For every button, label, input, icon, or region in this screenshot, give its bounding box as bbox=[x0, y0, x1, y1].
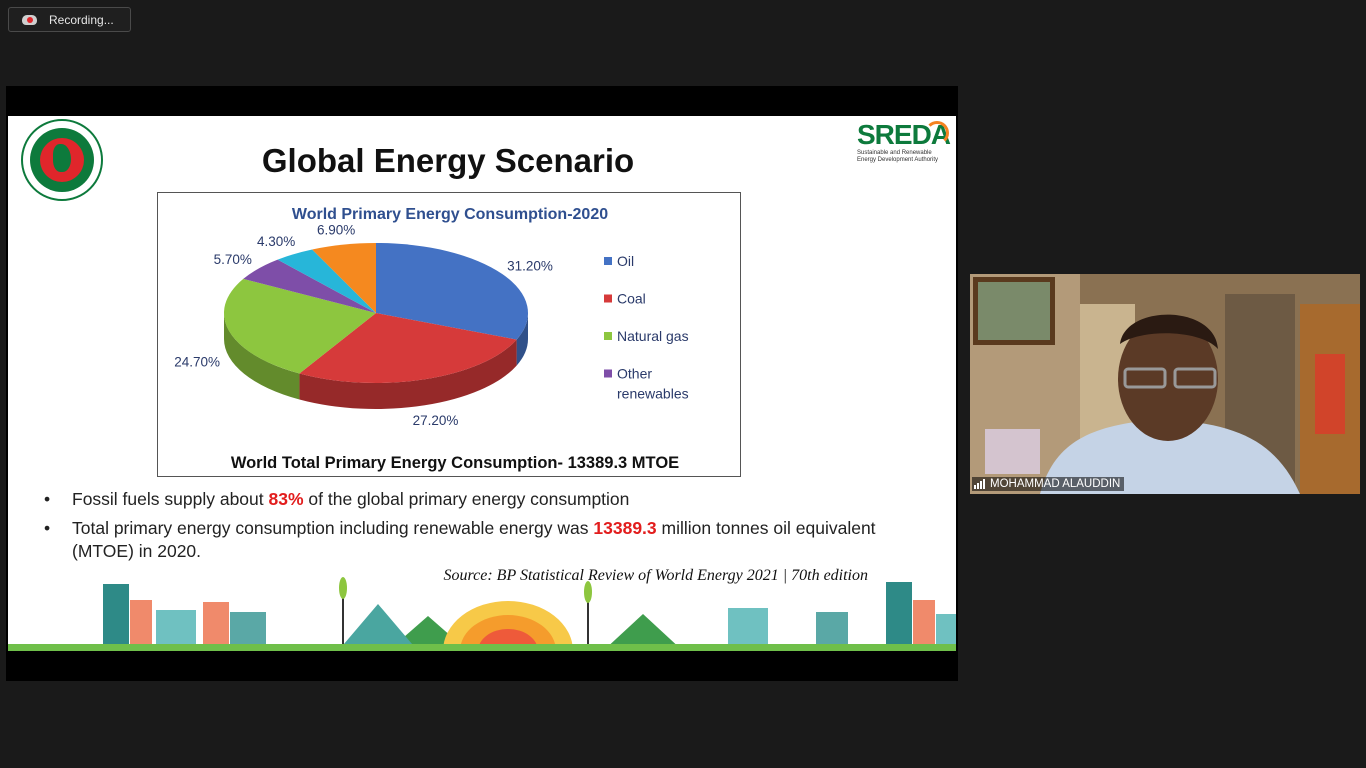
screen-share-area: SREDA Sustainable and Renewable Energy D… bbox=[6, 86, 958, 681]
presentation-slide: SREDA Sustainable and Renewable Energy D… bbox=[8, 116, 956, 651]
legend-item: Oil bbox=[604, 253, 634, 269]
participant-name: MOHAMMAD ALAUDDIN bbox=[990, 478, 1121, 490]
pie-chart-svg: World Primary Energy Consumption-2020 31… bbox=[174, 206, 689, 472]
legend-label: renewables bbox=[617, 386, 689, 402]
legend-item: Natural gas bbox=[604, 328, 689, 344]
cloud-record-icon bbox=[21, 14, 39, 26]
chart-title: World Primary Energy Consumption-2020 bbox=[292, 206, 608, 223]
pie-data-label: 6.90% bbox=[317, 223, 355, 238]
participant-video-tile[interactable]: MOHAMMAD ALAUDDIN bbox=[970, 274, 1360, 494]
bullet-item: Total primary energy consumption includi… bbox=[38, 517, 938, 563]
pie-data-label: 4.30% bbox=[257, 234, 295, 249]
legend-item: Other renewables bbox=[604, 366, 689, 402]
pie-data-label: 5.70% bbox=[214, 252, 252, 267]
participant-name-tag: MOHAMMAD ALAUDDIN bbox=[972, 477, 1125, 491]
pie-data-label: 31.20% bbox=[507, 258, 553, 273]
legend-label: Other bbox=[617, 366, 652, 382]
legend-swatch bbox=[604, 294, 612, 303]
legend-label: Natural gas bbox=[617, 328, 689, 344]
legend-item: Coal bbox=[604, 291, 646, 307]
bullet-item: Fossil fuels supply about 83% of the glo… bbox=[38, 488, 938, 511]
sreda-swoosh-icon bbox=[925, 121, 949, 145]
highlight-13389: 13389.3 bbox=[593, 518, 657, 538]
connection-signal-icon bbox=[974, 479, 986, 489]
pie-data-label: 24.70% bbox=[174, 355, 220, 370]
pie-chart: World Primary Energy Consumption-2020 31… bbox=[157, 192, 741, 477]
legend-label: Oil bbox=[617, 253, 634, 269]
chart-footer: World Total Primary Energy Consumption- … bbox=[231, 454, 679, 472]
pie-data-label: 27.20% bbox=[413, 413, 459, 428]
highlight-83: 83% bbox=[268, 489, 304, 509]
legend-label: Coal bbox=[617, 291, 646, 307]
legend-swatch bbox=[604, 257, 612, 265]
slide-title: Global Energy Scenario bbox=[261, 142, 635, 179]
recording-label: Recording... bbox=[49, 12, 114, 27]
participant-video-feed bbox=[970, 274, 1360, 494]
legend-swatch bbox=[604, 332, 612, 340]
bullet-list: Fossil fuels supply about 83% of the glo… bbox=[38, 488, 938, 569]
legend-swatch bbox=[604, 369, 612, 378]
city-skyline-banner bbox=[8, 577, 956, 651]
recording-indicator[interactable]: Recording... bbox=[8, 7, 131, 32]
